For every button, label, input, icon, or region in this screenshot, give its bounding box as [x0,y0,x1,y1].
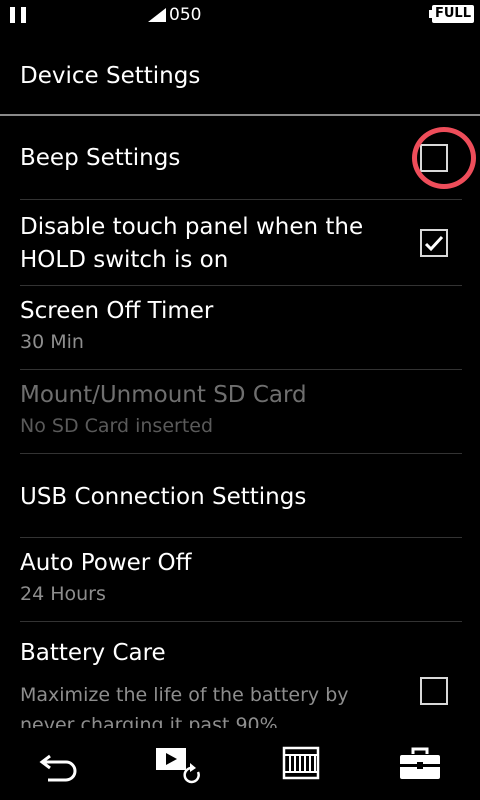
status-bar: 050 FULL [0,0,480,30]
signal-icon [148,8,166,22]
bottom-nav [0,728,480,800]
setting-battery-care[interactable]: Battery Care Maximize the life of the ba… [20,622,462,728]
setting-disable-touch-panel[interactable]: Disable touch panel when the HOLD switch… [20,200,462,286]
setting-usb-connection[interactable]: USB Connection Settings [20,454,462,538]
toolbox-icon [400,747,440,779]
setting-label: Screen Off Timer [20,298,214,324]
signal-indicator: 050 [148,6,201,24]
setting-label: Mount/Unmount SD Card [20,382,307,408]
library-button[interactable] [280,746,328,786]
setting-mount-sd-card: Mount/Unmount SD Card No SD Card inserte… [20,370,462,454]
setting-beep[interactable]: Beep Settings [20,116,476,200]
now-playing-return-icon [156,748,200,784]
battery-indicator: FULL [428,5,474,23]
setting-label: Battery Care [20,640,166,666]
setting-description: Maximize the life of the battery by neve… [20,684,349,728]
page-title: Device Settings [20,63,201,89]
setting-label: USB Connection Settings [20,484,307,510]
options-button[interactable] [396,746,444,786]
setting-label: Auto Power Off [20,550,192,576]
disable-touch-checkbox[interactable] [420,229,448,257]
now-playing-button[interactable] [152,746,200,786]
library-icon [282,746,320,780]
setting-screen-off-timer[interactable]: Screen Off Timer 30 Min [20,286,462,370]
setting-label: Beep Settings [20,145,181,171]
signal-count: 050 [169,5,202,25]
settings-list[interactable]: Beep Settings Disable touch panel when t… [0,116,480,728]
back-icon [39,754,77,782]
back-button[interactable] [36,746,84,786]
header: Device Settings [0,44,480,116]
setting-value: 24 Hours [20,583,106,605]
setting-auto-power-off[interactable]: Auto Power Off 24 Hours [20,538,462,622]
setting-label: Disable touch panel when the HOLD switch… [20,214,364,273]
setting-value: 30 Min [20,331,84,353]
highlight-ring [412,127,476,189]
setting-value: No SD Card inserted [20,415,214,437]
pause-icon [10,7,28,23]
battery-label: FULL [431,5,474,23]
battery-care-checkbox[interactable] [420,677,448,705]
checkmark-icon [424,235,444,252]
